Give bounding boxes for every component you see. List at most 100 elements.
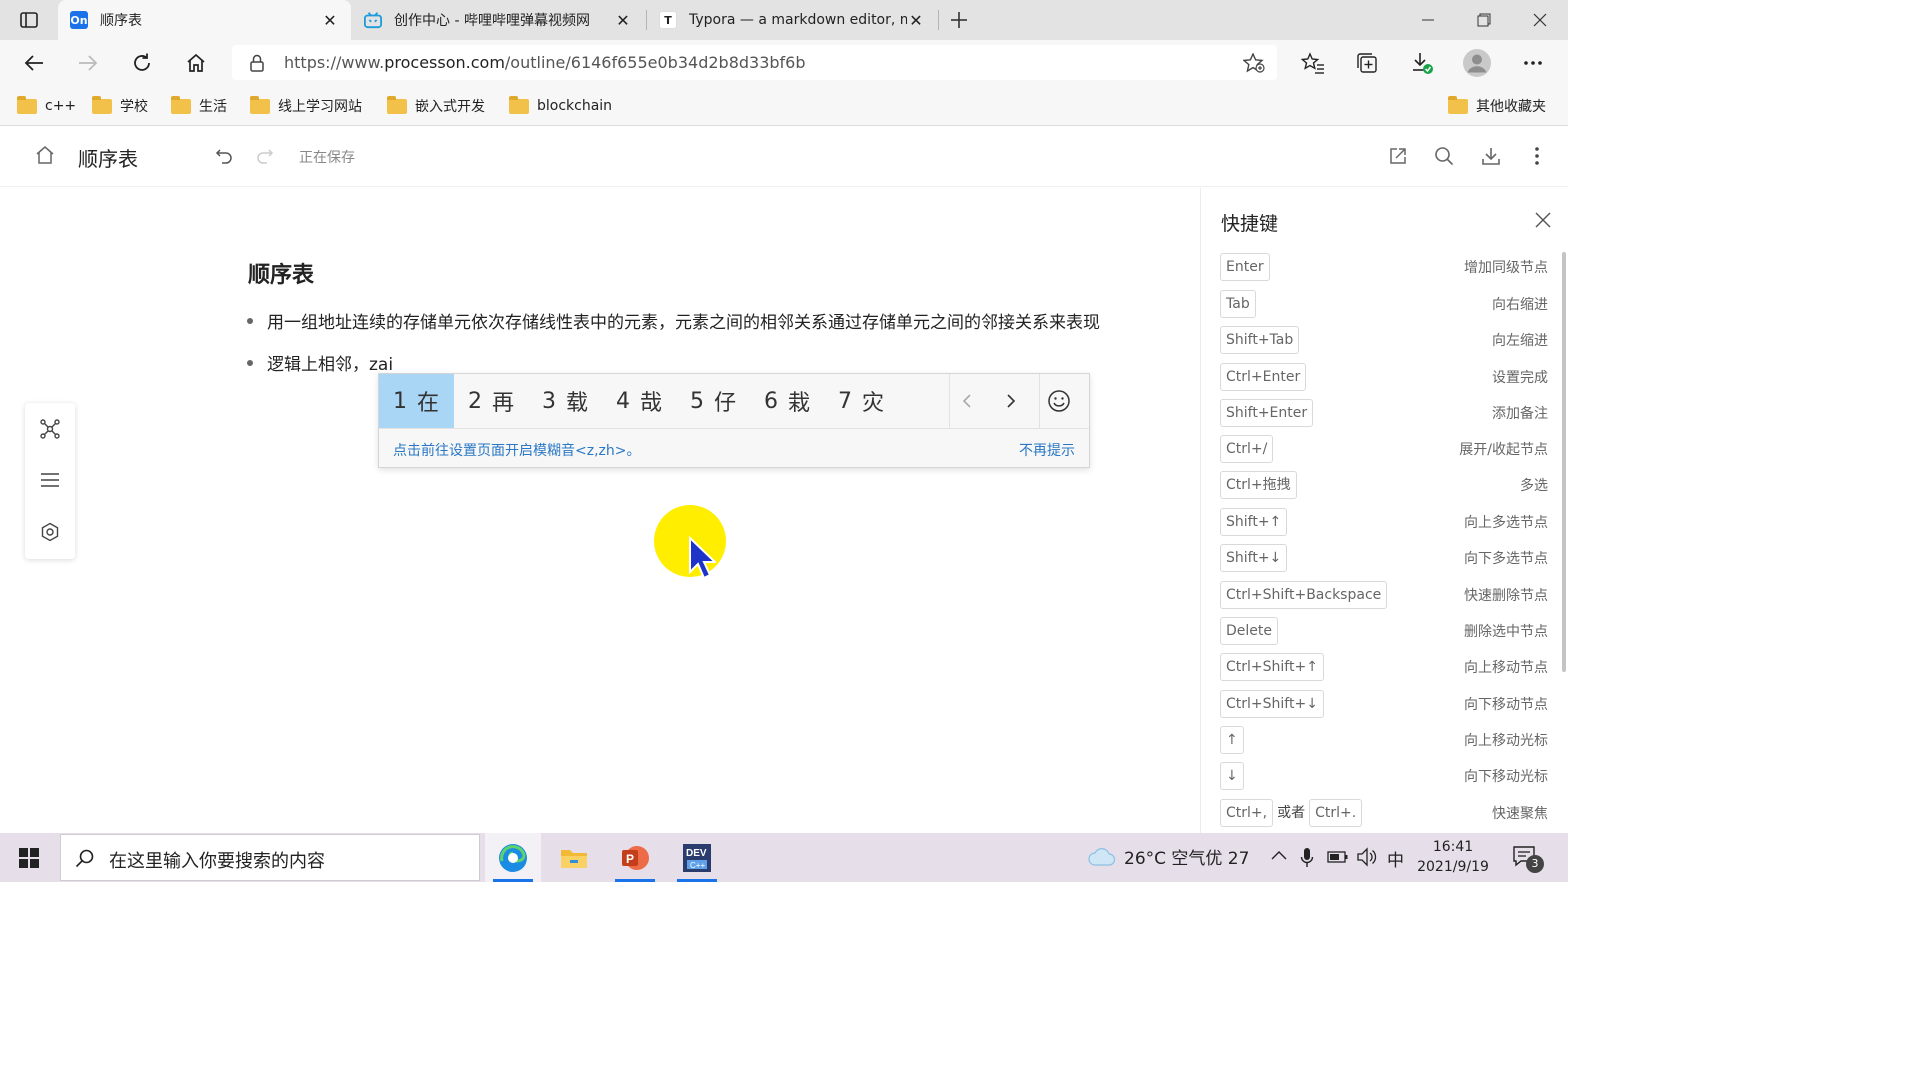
shortcut-key: Ctrl+Shift+↑	[1220, 653, 1324, 681]
ime-dismiss-tip-link[interactable]: 不再提示	[1019, 440, 1075, 460]
refresh-button[interactable]	[126, 47, 158, 79]
redo-button[interactable]	[252, 143, 278, 169]
ime-emoji-button[interactable]	[1045, 387, 1073, 415]
panel-scrollbar[interactable]	[1562, 252, 1566, 672]
restore-button[interactable]	[1456, 0, 1512, 40]
folder-icon	[509, 95, 529, 114]
add-favorite-star-icon[interactable]	[1243, 53, 1265, 73]
start-button[interactable]	[0, 833, 58, 882]
browser-tab-typora[interactable]: T Typora — a markdown editor, m ✕	[647, 0, 937, 40]
active-app-indicator	[493, 879, 533, 882]
settings-button[interactable]	[38, 520, 62, 544]
weather-widget[interactable]: 26°C 空气优 27	[1088, 844, 1249, 869]
tab-close-icon[interactable]: ✕	[321, 11, 339, 30]
ime-fuzzy-pinyin-tip-link[interactable]: 点击前往设置页面开启模糊音<z,zh>。	[393, 440, 640, 460]
shortcut-row: Enter 增加同级节点	[1220, 253, 1548, 281]
share-button[interactable]	[1385, 143, 1411, 169]
profile-button[interactable]	[1461, 47, 1493, 79]
outline-node[interactable]: 用一组地址连续的存储单元依次存储线性表中的元素，元素之间的相邻关系通过存储单元之…	[247, 308, 1100, 333]
notification-center-button[interactable]: 3	[1512, 845, 1544, 873]
shortcut-key: Shift+Tab	[1220, 326, 1300, 354]
browser-toolbar: https://www.processon.com/outline/6146f6…	[0, 40, 1568, 86]
candidate-number: 1	[393, 388, 407, 414]
panel-close-button[interactable]	[1531, 208, 1555, 232]
shortcut-key: Shift+Enter	[1220, 399, 1314, 427]
outline-node-text[interactable]: 逻辑上相邻，zai	[267, 355, 393, 375]
url-text[interactable]: https://www.processon.com/outline/6146f6…	[284, 53, 806, 72]
bookmark-folder[interactable]: c++	[17, 94, 76, 118]
ime-next-page-button[interactable]	[997, 387, 1025, 415]
taskbar-clock[interactable]: 16:41 2021/9/19	[1410, 837, 1496, 877]
folder-icon	[171, 95, 191, 114]
running-app-indicator	[677, 879, 717, 882]
tab-close-icon[interactable]: ✕	[907, 11, 925, 30]
undo-button[interactable]	[211, 143, 237, 169]
ime-candidate[interactable]: 2再	[454, 374, 528, 428]
ime-candidate[interactable]: 5仔	[676, 374, 750, 428]
tab-close-icon[interactable]: ✕	[614, 11, 632, 30]
outline-node[interactable]: 逻辑上相邻，zai	[247, 350, 393, 375]
taskbar-app-powerpoint[interactable]: P	[607, 833, 663, 882]
address-bar[interactable]: https://www.processon.com/outline/6146f6…	[232, 45, 1277, 80]
bookmark-folder[interactable]: 线上学习网站	[250, 94, 362, 118]
input-method-indicator[interactable]: 中	[1387, 846, 1404, 871]
microphone-icon[interactable]	[1300, 847, 1314, 869]
favorites-button[interactable]	[1297, 47, 1329, 79]
outline-node-text[interactable]: 用一组地址连续的存储单元依次存储线性表中的元素，元素之间的相邻关系通过存储单元之…	[267, 313, 1100, 333]
shortcut-key: ↑	[1220, 726, 1244, 754]
folder-icon	[17, 95, 37, 114]
ime-candidate[interactable]: 1在	[379, 374, 454, 428]
browser-tab-processon[interactable]: On 顺序表 ✕	[58, 0, 351, 40]
mindmap-view-button[interactable]	[38, 417, 62, 441]
chevron-up-icon[interactable]	[1271, 850, 1287, 860]
search-button[interactable]	[1431, 143, 1457, 169]
home-button[interactable]	[180, 47, 212, 79]
shortcut-key: Enter	[1220, 253, 1270, 281]
close-window-button[interactable]	[1512, 0, 1568, 40]
browser-tab-bilibili[interactable]: 创作中心 - 哔哩哔哩弹幕视频网 ✕	[352, 0, 644, 40]
typora-favicon-icon: T	[659, 11, 677, 29]
forward-button[interactable]	[72, 47, 104, 79]
downloads-button[interactable]	[1406, 47, 1438, 79]
more-menu-button[interactable]	[1517, 47, 1549, 79]
bookmark-label: 生活	[199, 99, 227, 115]
bullet-dot[interactable]	[247, 360, 253, 366]
list-icon	[41, 473, 59, 487]
taskbar-search-box[interactable]: 在这里输入你要搜索的内容	[60, 834, 480, 881]
download-button[interactable]	[1478, 143, 1504, 169]
shortcut-desc: 向上多选节点	[1464, 515, 1548, 531]
bookmark-folder[interactable]: 学校	[92, 94, 148, 118]
tab-actions-button[interactable]	[0, 0, 58, 40]
ime-candidate[interactable]: 7灾	[824, 374, 898, 428]
bookmark-folder[interactable]: 生活	[171, 94, 227, 118]
ime-prev-page-button[interactable]	[953, 387, 981, 415]
bullet-dot[interactable]	[247, 318, 253, 324]
collections-button[interactable]	[1351, 47, 1383, 79]
bookmark-folder[interactable]: blockchain	[509, 94, 612, 118]
taskbar-app-file-explorer[interactable]	[546, 833, 602, 882]
chevron-left-icon	[962, 394, 971, 408]
ime-candidate[interactable]: 6栽	[750, 374, 824, 428]
new-tab-button[interactable]	[946, 4, 972, 36]
minimize-button[interactable]	[1400, 0, 1456, 40]
lock-icon[interactable]	[249, 54, 265, 72]
clock-date: 2021/9/19	[1417, 859, 1489, 875]
more-menu-button[interactable]	[1524, 143, 1550, 169]
volume-icon[interactable]	[1356, 847, 1378, 867]
shortcut-row: Shift+↓ 向下多选节点	[1220, 544, 1548, 572]
bookmark-folder[interactable]: 嵌入式开发	[387, 94, 485, 118]
other-bookmarks-folder[interactable]: 其他收藏夹	[1448, 94, 1546, 118]
taskbar-app-dev-cpp[interactable]: DEV C++	[669, 833, 725, 882]
collections-icon	[1357, 53, 1377, 73]
candidate-char: 灾	[862, 391, 885, 416]
ime-candidate[interactable]: 3载	[528, 374, 602, 428]
outline-root-heading[interactable]: 顺序表	[248, 257, 314, 289]
back-button[interactable]	[18, 47, 50, 79]
document-title[interactable]: 顺序表	[78, 143, 138, 172]
ime-candidate[interactable]: 4哉	[602, 374, 676, 428]
battery-icon[interactable]	[1327, 850, 1349, 864]
chevron-right-icon	[1007, 394, 1016, 408]
outline-list-button[interactable]	[38, 468, 62, 492]
taskbar-app-edge[interactable]	[485, 833, 541, 882]
home-button[interactable]	[32, 142, 58, 168]
